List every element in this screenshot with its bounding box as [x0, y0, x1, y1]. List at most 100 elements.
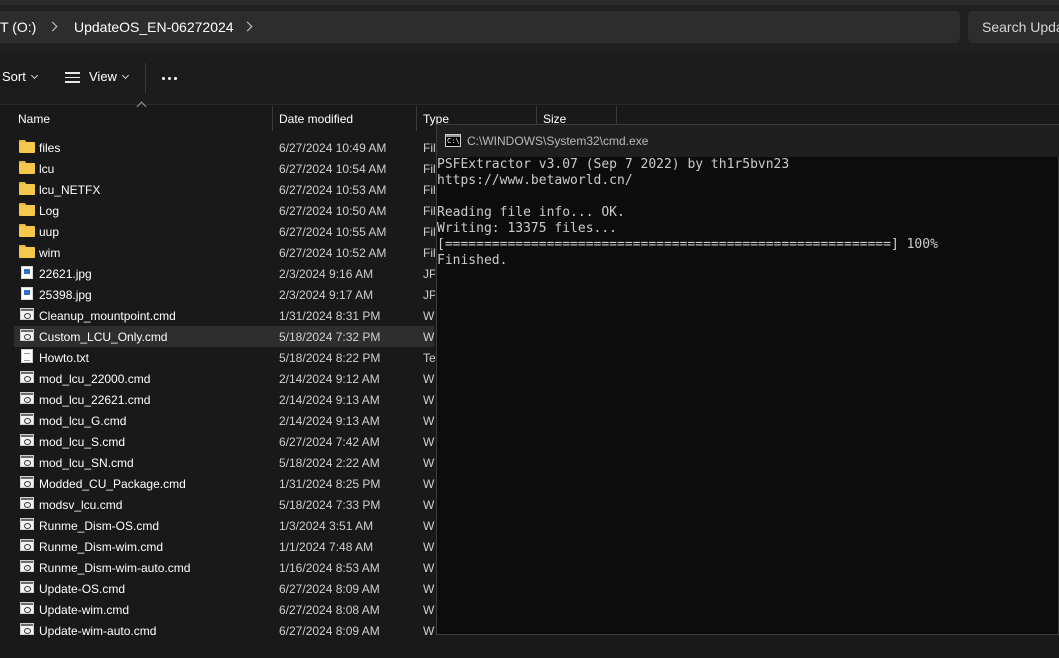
console-output[interactable]: PSFExtractor v3.07 (Sep 7 2022) by th1r5…: [437, 157, 1058, 634]
file-type: Wi: [423, 603, 435, 617]
sort-button[interactable]: Sort: [2, 69, 38, 89]
folder-icon: [19, 245, 35, 259]
search-box[interactable]: Search Upda: [968, 11, 1059, 43]
file-type: Wi: [423, 561, 435, 575]
file-name: Modded_CU_Package.cmd: [39, 477, 186, 491]
more-options-icon[interactable]: [160, 77, 180, 81]
folder-icon: [19, 140, 35, 154]
file-name: Log: [39, 204, 60, 218]
file-row[interactable]: mod_lcu_G.cmd 2/14/2024 9:13 AM Wi: [14, 410, 435, 431]
script-file-icon: [20, 560, 34, 572]
file-date-modified: 1/31/2024 8:31 PM: [279, 309, 381, 323]
file-name: lcu_NETFX: [39, 183, 101, 197]
script-file-icon: [20, 308, 34, 320]
console-line: https://www.betaworld.cn/: [437, 173, 633, 188]
script-file-icon: [20, 602, 34, 614]
file-row[interactable]: Runme_Dism-wim.cmd 1/1/2024 7:48 AM Wi: [14, 536, 435, 557]
file-type: Wi: [423, 372, 435, 386]
file-type: Tex: [423, 351, 435, 365]
file-row[interactable]: mod_lcu_22000.cmd 2/14/2024 9:12 AM Wi: [14, 368, 435, 389]
file-date-modified: 6/27/2024 10:54 AM: [279, 162, 387, 176]
file-row[interactable]: files 6/27/2024 10:49 AM Fil: [14, 137, 435, 158]
file-row[interactable]: lcu 6/27/2024 10:54 AM Fil: [14, 158, 435, 179]
file-row[interactable]: Update-OS.cmd 6/27/2024 8:09 AM Wi: [14, 578, 435, 599]
file-row[interactable]: 22621.jpg 2/3/2024 9:16 AM JPG: [14, 263, 435, 284]
breadcrumb-drive[interactable]: T (O:): [0, 19, 36, 35]
file-row[interactable]: mod_lcu_S.cmd 6/27/2024 7:42 AM Wi: [14, 431, 435, 452]
file-date-modified: 6/27/2024 10:52 AM: [279, 246, 387, 260]
file-row[interactable]: wim 6/27/2024 10:52 AM Fil: [14, 242, 435, 263]
file-name: wim: [39, 246, 61, 260]
file-date-modified: 1/31/2024 8:25 PM: [279, 477, 381, 491]
column-header-name[interactable]: Name: [18, 112, 50, 137]
file-date-modified: 2/14/2024 9:13 AM: [279, 393, 380, 407]
file-name: Update-wim-auto.cmd: [39, 624, 157, 638]
file-name: mod_lcu_SN.cmd: [39, 456, 134, 470]
script-file-icon: [20, 455, 34, 467]
script-file-icon: [20, 371, 34, 383]
file-name: mod_lcu_22000.cmd: [39, 372, 151, 386]
breadcrumb-folder[interactable]: UpdateOS_EN-06272024: [74, 19, 234, 35]
script-file-icon: [20, 329, 34, 341]
file-type: Wi: [423, 624, 435, 638]
console-line: Writing: 13375 files...: [437, 221, 618, 236]
command-bar: Sort View: [0, 52, 1059, 105]
file-row[interactable]: Runme_Dism-wim-auto.cmd 1/16/2024 8:53 AM…: [14, 557, 435, 578]
console-title-bar[interactable]: C:\WINDOWS\System32\cmd.exe: [437, 125, 1059, 157]
divider: [145, 63, 146, 93]
chevron-right-icon[interactable]: [48, 19, 58, 33]
chevron-down-icon: [121, 71, 129, 80]
console-title: C:\WINDOWS\System32\cmd.exe: [467, 134, 649, 148]
column-divider[interactable]: [272, 106, 273, 131]
image-file-icon: [21, 266, 33, 279]
folder-icon: [19, 182, 35, 196]
file-row[interactable]: Cleanup_mountpoint.cmd 1/31/2024 8:31 PM W…: [14, 305, 435, 326]
file-name: Runme_Dism-OS.cmd: [39, 519, 160, 533]
folder-icon: [19, 161, 35, 175]
column-header-date-modified[interactable]: Date modified: [279, 112, 353, 137]
view-button[interactable]: View: [89, 69, 129, 89]
file-type: Wi: [423, 435, 435, 449]
file-row[interactable]: Log 6/27/2024 10:50 AM Fil: [14, 200, 435, 221]
console-line: Reading file info... OK.: [437, 205, 625, 220]
file-row[interactable]: modsv_lcu.cmd 5/18/2024 7:33 PM Wi: [14, 494, 435, 515]
file-row[interactable]: 25398.jpg 2/3/2024 9:17 AM JPG: [14, 284, 435, 305]
file-type: Fil: [423, 183, 435, 197]
script-file-icon: [20, 413, 34, 425]
console-line: PSFExtractor v3.07 (Sep 7 2022) by th1r5…: [437, 157, 790, 172]
file-row[interactable]: Custom_LCU_Only.cmd 5/18/2024 7:32 PM Wi: [14, 326, 435, 347]
file-name: 22621.jpg: [39, 267, 92, 281]
file-type: Wi: [423, 414, 435, 428]
column-divider[interactable]: [416, 106, 417, 131]
file-row[interactable]: Runme_Dism-OS.cmd 1/3/2024 3:51 AM Wi: [14, 515, 435, 536]
chevron-right-icon[interactable]: [243, 19, 253, 33]
file-type: JPG: [423, 288, 435, 302]
file-row[interactable]: Update-wim.cmd 6/27/2024 8:08 AM Wi: [14, 599, 435, 620]
file-row[interactable]: mod_lcu_22621.cmd 2/14/2024 9:13 AM Wi: [14, 389, 435, 410]
address-bar[interactable]: T (O:) UpdateOS_EN-06272024: [0, 11, 960, 43]
console-window[interactable]: C:\WINDOWS\System32\cmd.exe PSFExtractor…: [436, 124, 1059, 635]
console-line: [=======================================…: [437, 237, 938, 252]
file-type: Wi: [423, 456, 435, 470]
search-input[interactable]: Search Upda: [982, 19, 1059, 35]
file-row[interactable]: uup 6/27/2024 10:55 AM Fil: [14, 221, 435, 242]
folder-icon: [19, 224, 35, 238]
file-type: Wi: [423, 309, 435, 323]
file-name: files: [39, 141, 61, 155]
file-row[interactable]: mod_lcu_SN.cmd 5/18/2024 2:22 AM Wi: [14, 452, 435, 473]
file-date-modified: 1/3/2024 3:51 AM: [279, 519, 374, 533]
file-row[interactable]: Update-wim-auto.cmd 6/27/2024 8:09 AM Wi: [14, 620, 435, 641]
file-row[interactable]: Modded_CU_Package.cmd 1/31/2024 8:25 PM Wi: [14, 473, 435, 494]
folder-icon: [19, 203, 35, 217]
script-file-icon: [20, 518, 34, 530]
file-date-modified: 2/14/2024 9:13 AM: [279, 414, 380, 428]
file-name: Custom_LCU_Only.cmd: [39, 330, 168, 344]
file-row[interactable]: Howto.txt 5/18/2024 8:22 PM Tex: [14, 347, 435, 368]
script-file-icon: [20, 539, 34, 551]
file-type: Wi: [423, 519, 435, 533]
script-file-icon: [20, 392, 34, 404]
script-file-icon: [20, 476, 34, 488]
file-type: Wi: [423, 393, 435, 407]
file-date-modified: 5/18/2024 2:22 AM: [279, 456, 380, 470]
file-row[interactable]: lcu_NETFX 6/27/2024 10:53 AM Fil: [14, 179, 435, 200]
